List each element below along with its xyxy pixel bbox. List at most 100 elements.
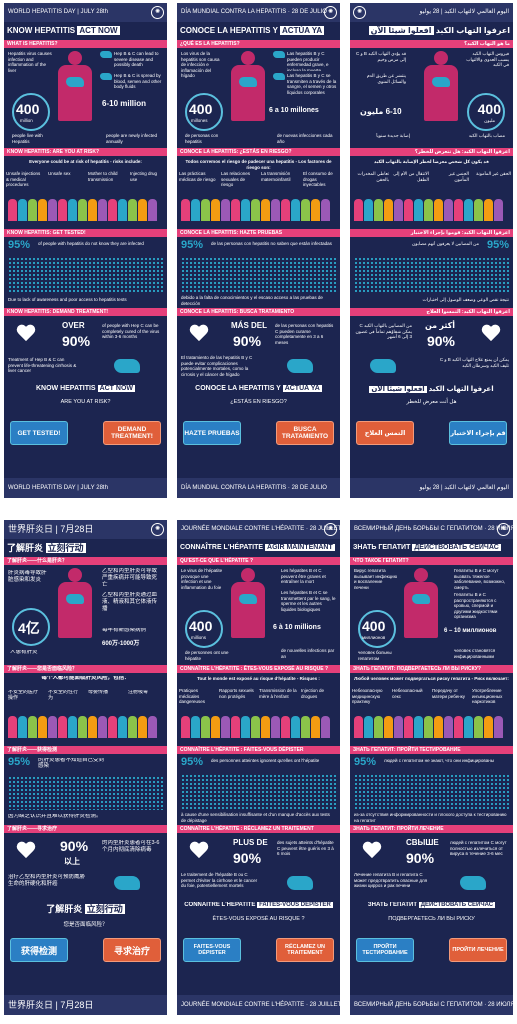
liver-icon bbox=[239, 594, 257, 604]
stat-unaware-pct: 95% bbox=[8, 239, 31, 251]
unaware-note: Due to lack of awareness and poor access… bbox=[8, 297, 127, 302]
risk-item: تعاطي المخدرات بالحقن bbox=[357, 171, 389, 182]
fact-severe: Las hepatitis B y C pueden producir enfe… bbox=[287, 51, 329, 71]
bottom-banner: DÍA MUNDIAL CONTRA LA HEPATITIS · 28 DE … bbox=[177, 478, 340, 498]
risk-item: Rapports sexuels non protégés bbox=[219, 688, 254, 699]
stat-people-number: 4亿 bbox=[18, 620, 40, 636]
section-risk: 了解肝炎——您是否面临风险？ bbox=[4, 665, 167, 673]
stat-cure-pct: 90% bbox=[406, 850, 435, 866]
risk-item: Las relaciones sexuales de riesgo bbox=[221, 171, 251, 187]
liver-small-icon bbox=[273, 51, 285, 58]
who-logo-icon: ✺ bbox=[353, 6, 366, 19]
stat-people-label: 人患有肝炎 bbox=[10, 650, 38, 655]
demand-treatment-button[interactable]: التمس العلاج bbox=[356, 421, 414, 445]
get-tested-button[interactable]: ПРОЙТИ ТЕСТИРОВАНИЕ bbox=[356, 938, 414, 962]
section-risk: CONOCE LA HEPATITIS: ¿ESTÁS EN RIESGO? bbox=[177, 148, 340, 156]
cta-subtitle: ARE YOU AT RISK? bbox=[60, 399, 111, 405]
top-banner: 世界肝炎日 | 7月28日 bbox=[4, 520, 167, 539]
stat-new-label: 每年有新感染病例 bbox=[102, 628, 147, 633]
section-risk: اعرفوا التهاب الكبد: هل تتعرض للخطر؟ bbox=[350, 148, 513, 156]
cta-part-b: ACT NOW bbox=[97, 385, 136, 392]
section-treat: ЗНАТЬ ГЕПАТИТ: ПРОЙТИ ЛЕЧЕНИЕ bbox=[350, 825, 513, 833]
who-logo-icon: ✺ bbox=[324, 523, 337, 536]
stat-cure-over: أكثر من bbox=[424, 321, 455, 330]
stat-cure-pct: 90% bbox=[426, 333, 455, 349]
title-part-b: ДЕЙСТВОВАТЬ СЕЙЧАС bbox=[412, 544, 501, 551]
stat-people-label: مصاب بالتهاب الكبد bbox=[468, 133, 505, 138]
section-what-is: ما هو التهاب الكبد؟ bbox=[350, 40, 513, 48]
title-part-b: AGIR MAINTENANT bbox=[265, 544, 335, 551]
get-tested-button[interactable]: HAZTE PRUEBAS bbox=[183, 421, 241, 445]
cta-title: اعرفوا التهاب الكبد افعلوا شيئاً الآن bbox=[353, 385, 510, 393]
person-body-icon bbox=[231, 582, 265, 638]
bottom-banner: ВСЕМИРНЫЙ ДЕНЬ БОРЬБЫ С ГЕПАТИТОМ · 28 И… bbox=[350, 995, 513, 1015]
stat-people-number: 400 bbox=[189, 101, 213, 117]
get-tested-button[interactable]: 获得检测 bbox=[10, 938, 68, 962]
risk-item: Употребление инъекционных наркотиков bbox=[472, 688, 503, 704]
stat-cure-pct: 90% bbox=[62, 333, 91, 349]
stat-new-label: people are newly infected annually bbox=[106, 133, 158, 144]
get-tested-button[interactable]: قم بإجراء الاختبار bbox=[449, 421, 507, 445]
title-part-a: اعرفوا التهاب الكبد bbox=[435, 26, 510, 35]
person-body-icon bbox=[58, 582, 92, 638]
section-risk: CONNAÎTRE L'HÉPATITE : ÊTES-VOUS EXPOSÉ … bbox=[177, 665, 340, 673]
demand-treatment-button[interactable]: ПРОЙТИ ЛЕЧЕНИЕ bbox=[449, 938, 507, 962]
stat-unaware-pct: 95% bbox=[486, 239, 509, 251]
risk-item: 不安全的医疗操作 bbox=[8, 690, 39, 701]
treat-note: Le traitement de l'hépatite B ou C perme… bbox=[181, 872, 258, 888]
get-tested-button[interactable]: FAITES-VOUS DÉPISTER bbox=[183, 938, 241, 962]
liver-icon bbox=[287, 359, 313, 373]
stat-people-number: 400 bbox=[362, 618, 386, 634]
crowd-illustration bbox=[8, 716, 158, 740]
bottom-banner: 世界肝炎日 | 7月28日 bbox=[4, 995, 167, 1015]
fact-severe: Hep B & C can lead to severe disease and… bbox=[114, 51, 159, 67]
demand-treatment-button[interactable]: DEMAND TREATMENT! bbox=[103, 421, 161, 445]
fact-spread: Les hépatites B et C se transmettent par… bbox=[281, 590, 336, 612]
section-what-is: ¿QUÉ ES LA HEPATITIS? bbox=[177, 40, 340, 48]
fact-severe: 乙型和丙型肝炎可导致严重疾病并可能导致死亡 bbox=[102, 568, 158, 588]
definition-text: Вирус гепатита вызывает инфекцию и воспа… bbox=[354, 568, 398, 590]
section-treat: CONOCE LA HEPATITIS: BUSCA TRATAMIENTO bbox=[177, 308, 340, 316]
stat-people-unit: مليون bbox=[484, 118, 495, 123]
cta-part-a: CONOCE LA HEPATITIS Y bbox=[195, 385, 281, 392]
risk-item: Unsafe sex bbox=[48, 171, 71, 176]
stat-people-unit: millions bbox=[191, 635, 207, 640]
liver-icon bbox=[460, 876, 486, 890]
heart-check-icon bbox=[362, 842, 382, 860]
person-head-icon bbox=[68, 51, 82, 65]
section-treat: KNOW HEPATITIS: DEMAND TREATMENT! bbox=[4, 308, 167, 316]
definition-text: Le virus de l'hépatite provoque une infe… bbox=[181, 568, 223, 590]
demand-treatment-button[interactable]: BUSCA TRATAMIENTO bbox=[276, 421, 334, 445]
liver-icon bbox=[66, 77, 84, 87]
demand-treatment-button[interactable]: 寻求治疗 bbox=[103, 938, 161, 962]
risk-item: Injection de drogues bbox=[301, 688, 325, 699]
stat-new-number: 6-10 مليون bbox=[360, 107, 402, 116]
treat-note: Treatment of Hep B & C can prevent life-… bbox=[8, 357, 77, 373]
fact-spread: 乙型和丙型肝炎通过血液、精液和其它体液传播 bbox=[102, 592, 158, 612]
stat-cure-pct: 90% bbox=[233, 850, 262, 866]
risk-item: Injecting drug use bbox=[130, 171, 158, 182]
fact-spread: ينتشر عن طريق الدم والسائل المنوي bbox=[366, 73, 406, 84]
person-head-icon bbox=[241, 51, 255, 65]
risk-intro: Tout le monde est exposé au risque d'hép… bbox=[197, 676, 320, 681]
section-test: KNOW HEPATITIS: GET TESTED! bbox=[4, 229, 167, 237]
infographic-panel-en: WORLD HEPATITIS DAY | JULY 28th ✺ KNOW H… bbox=[4, 3, 167, 498]
person-body-icon bbox=[404, 582, 438, 638]
demand-treatment-button[interactable]: RÉCLAMEZ UN TRAITEMENT bbox=[276, 938, 334, 962]
infographic-panel-es: DÍA MUNDIAL CONTRA LA HEPATITIS · 28 DE … bbox=[177, 3, 340, 498]
stat-people-unit: миллионов bbox=[362, 635, 386, 640]
section-treat: اعرفوا التهاب الكبد: التمسوا العلاج bbox=[350, 308, 513, 316]
infographic-panel-ar: اليوم العالمي لالتهاب الكبد | 28 يوليو ✺… bbox=[350, 3, 513, 498]
top-banner: WORLD HEPATITIS DAY | JULY 28th bbox=[4, 3, 167, 22]
fact-spread: Гепатиты В и С распространяются с кровью… bbox=[454, 592, 498, 619]
section-risk: KNOW HEPATITIS: ARE YOU AT RISK? bbox=[4, 148, 167, 156]
risk-intro: Everyone could be at risk of hepatitis -… bbox=[29, 159, 142, 164]
fact-severe: Les hépatites B et C peuvent être graves… bbox=[281, 568, 326, 584]
cta-part-b: 立刻行动 bbox=[84, 904, 125, 914]
liver-small-icon bbox=[100, 73, 112, 80]
stat-people-unit: millones bbox=[191, 118, 208, 123]
stat-unaware-label: de las personas con hepatitis no saben q… bbox=[211, 241, 332, 246]
section-test: اعرفوا التهاب الكبد: قوموا بإجراء الاختب… bbox=[350, 229, 513, 237]
heart-check-icon bbox=[16, 842, 36, 860]
get-tested-button[interactable]: GET TESTED! bbox=[10, 421, 68, 445]
